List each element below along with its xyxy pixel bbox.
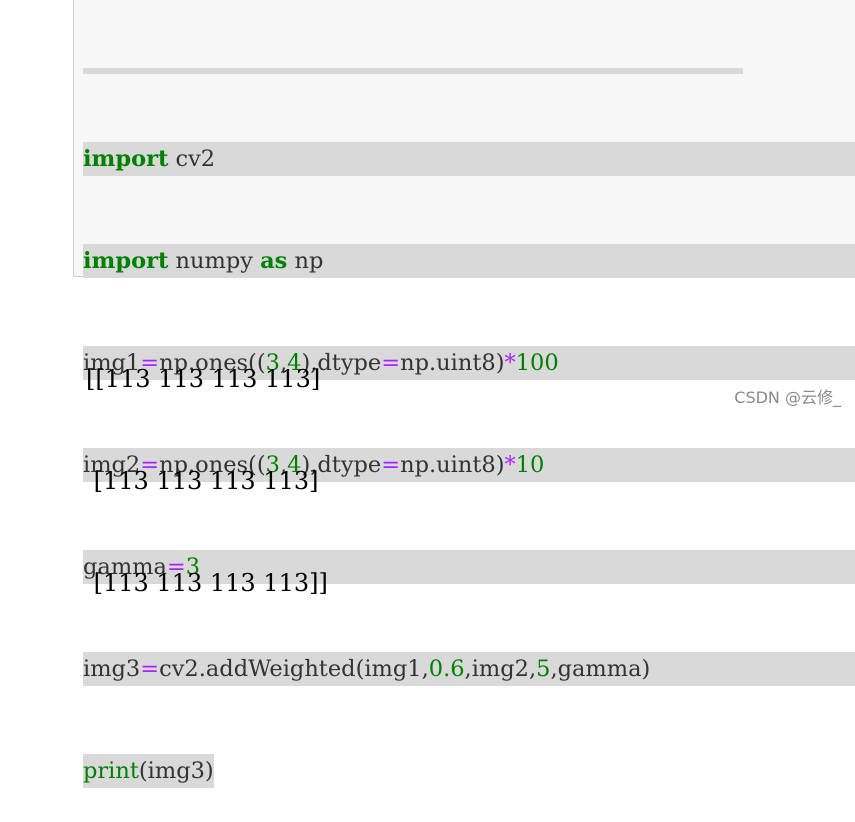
clipped-code-line (83, 68, 743, 74)
code-token: 5 (536, 656, 551, 682)
output-line-2: [113 113 113 113] (86, 467, 319, 495)
code-line-7: print(img3) (83, 754, 855, 788)
watermark: CSDN @云修_ (734, 388, 841, 407)
code-token: numpy (168, 248, 261, 274)
code-token: import (83, 248, 169, 274)
code-token: np.uint8) (400, 350, 505, 376)
code-token: img3 (83, 656, 141, 682)
code-token: np.uint8) (400, 452, 505, 478)
code-token: (img3) (138, 758, 214, 784)
code-token: cv2 (168, 146, 216, 172)
code-line-1: import cv2 (83, 142, 855, 176)
code-token: cv2.addWeighted(img1, (159, 656, 429, 682)
code-line-2-content: import numpy as np (83, 244, 855, 278)
code-line-6: img3=cv2.addWeighted(img1,0.6,img2,5,gam… (83, 652, 855, 686)
code-token: 10 (515, 452, 545, 478)
cell-output: [[113 113 113 113] [113 113 113 113] [11… (86, 294, 328, 634)
code-line-1-content: import cv2 (83, 142, 855, 176)
code-line-2: import numpy as np (83, 244, 855, 278)
output-line-3: [113 113 113 113]] (86, 569, 328, 597)
code-token: np (287, 248, 324, 274)
code-token: ,img2, (464, 656, 537, 682)
code-token: import (83, 146, 169, 172)
code-token: * (504, 452, 516, 478)
code-token: = (381, 452, 401, 478)
code-token: ,gamma) (550, 656, 651, 682)
code-token: = (140, 656, 160, 682)
code-token: * (504, 350, 516, 376)
code-line-6-content: img3=cv2.addWeighted(img1,0.6,img2,5,gam… (83, 652, 855, 686)
code-token: print (83, 758, 139, 784)
code-line-7-content: print(img3) (83, 754, 214, 788)
code-token: 0.6 (428, 656, 465, 682)
code-token: = (381, 350, 401, 376)
code-token: 100 (515, 350, 559, 376)
code-token: as (260, 248, 288, 274)
output-line-1: [[113 113 113 113] (86, 365, 321, 393)
